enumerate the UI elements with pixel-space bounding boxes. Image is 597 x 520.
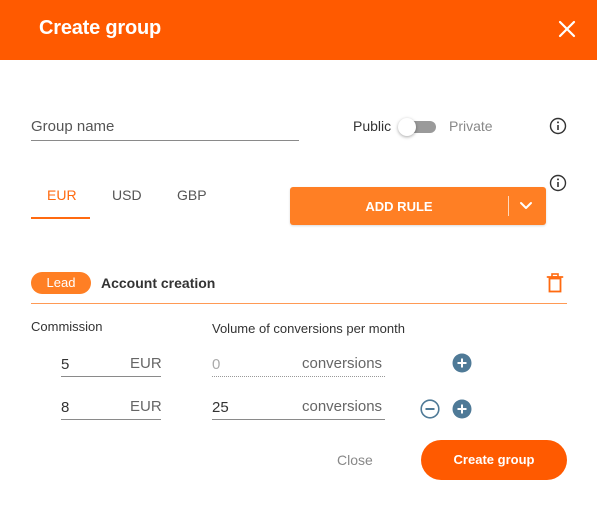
dialog-title: Create group	[39, 17, 162, 39]
conversions-underline	[212, 376, 385, 377]
volume-header: Volume of conversions per month	[212, 321, 405, 336]
conversions-underline	[212, 419, 385, 420]
add-rule-divider	[508, 196, 509, 216]
group-name-input[interactable]	[31, 112, 299, 141]
add-rule-split-button: ADD RULE	[290, 187, 546, 225]
commission-header: Commission	[31, 319, 103, 334]
currency-unit: EUR	[130, 355, 162, 372]
add-rule-button[interactable]: ADD RULE	[290, 199, 508, 214]
trash-icon[interactable]	[546, 273, 564, 293]
commission-underline	[61, 376, 161, 377]
tab-gbp[interactable]: GBP	[177, 187, 207, 203]
plus-circle-icon[interactable]	[452, 399, 472, 419]
commission-underline	[61, 419, 161, 420]
private-label: Private	[449, 118, 493, 134]
plus-circle-icon[interactable]	[452, 353, 472, 373]
close-button[interactable]: Close	[337, 452, 373, 468]
rule-divider	[31, 303, 567, 304]
currency-unit: EUR	[130, 398, 162, 415]
conversions-unit: conversions	[302, 398, 383, 415]
rule-type-badge: Lead	[31, 272, 91, 294]
close-x-icon[interactable]	[556, 18, 578, 40]
toggle-knob	[398, 118, 416, 136]
add-rule-info-icon[interactable]	[549, 174, 567, 192]
info-icon[interactable]	[549, 117, 567, 135]
minus-circle-icon[interactable]	[420, 399, 440, 419]
chevron-down-icon[interactable]	[519, 200, 533, 212]
create-group-button[interactable]: Create group	[421, 440, 567, 480]
visibility-toggle[interactable]	[398, 118, 438, 136]
tab-eur[interactable]: EUR	[47, 187, 77, 203]
conversions-unit: conversions	[302, 355, 383, 372]
public-label: Public	[353, 118, 392, 134]
dialog-header: Create group	[0, 0, 597, 60]
active-tab-indicator	[31, 217, 90, 219]
rule-name: Account creation	[101, 275, 216, 291]
tab-usd[interactable]: USD	[112, 187, 142, 203]
